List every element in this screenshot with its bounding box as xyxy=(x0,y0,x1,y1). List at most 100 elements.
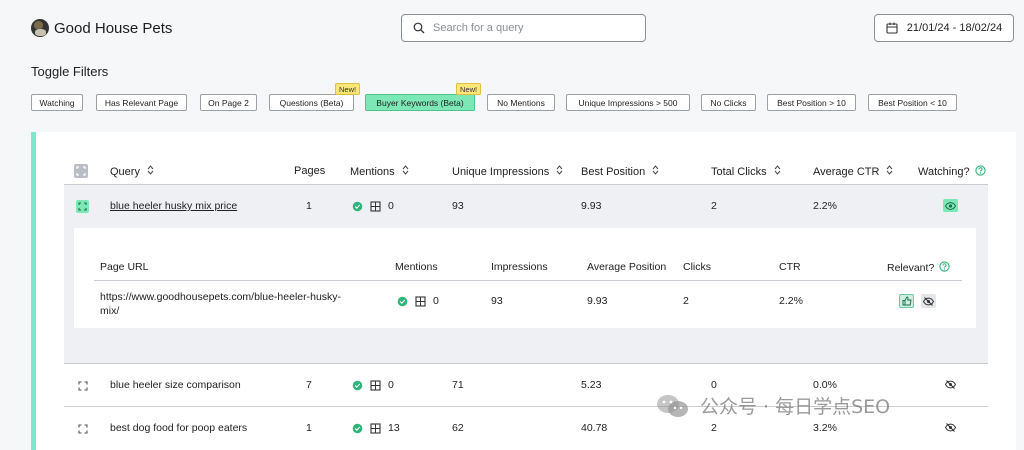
column-label: Query xyxy=(110,165,140,178)
average-position-value: 9.93 xyxy=(587,295,608,307)
query-text[interactable]: blue heeler size comparison xyxy=(110,379,241,391)
logo-icon xyxy=(31,19,49,37)
column-label: Pages xyxy=(294,165,326,177)
new-badge: New! xyxy=(335,83,361,95)
check-circle-icon xyxy=(352,380,363,391)
query-link[interactable]: blue heeler husky mix price xyxy=(110,200,237,212)
sort-icon[interactable] xyxy=(402,165,409,178)
mentions-value: 0 xyxy=(388,200,394,212)
best-position-value: 9.93 xyxy=(581,200,602,212)
unique-impressions-value: 71 xyxy=(452,379,464,391)
filter-chip-no-mentions[interactable]: No Mentions xyxy=(487,94,555,111)
date-range-label: 21/01/24 - 18/02/24 xyxy=(906,22,1003,34)
divider xyxy=(64,184,988,185)
filter-chip-best-position-gt-10[interactable]: Best Position > 10 xyxy=(767,94,856,111)
expand-all-icon[interactable] xyxy=(74,164,88,178)
filter-chip-questions-beta[interactable]: Questions (Beta) xyxy=(269,94,354,111)
average-ctr-value: 2.2% xyxy=(813,200,837,212)
detail-header-ctr: CTR xyxy=(779,261,801,273)
divider xyxy=(94,280,962,281)
page-icon[interactable] xyxy=(370,422,381,434)
column-header-watching: Watching? xyxy=(918,165,986,179)
mentions-cell: 0 xyxy=(352,379,401,391)
page-icon[interactable] xyxy=(370,379,381,391)
pages-value: 7 xyxy=(306,379,312,391)
watermark-text: 公众号 · 每日学点SEO xyxy=(700,396,891,418)
check-circle-icon xyxy=(352,201,363,212)
detail-header-page-url: Page URL xyxy=(100,261,149,273)
new-badge: New! xyxy=(456,83,482,95)
detail-header-mentions: Mentions xyxy=(395,261,438,273)
watch-toggle[interactable] xyxy=(943,199,958,212)
mentions-value: 0 xyxy=(433,295,439,307)
column-header-mentions[interactable]: Mentions xyxy=(350,165,409,178)
collapse-row-icon[interactable] xyxy=(76,200,89,213)
top-bar: Good House Pets 21/01/24 - 18/02/24 xyxy=(0,0,1024,56)
column-header-total-clicks[interactable]: Total Clicks xyxy=(711,165,781,178)
total-clicks-value: 0 xyxy=(711,379,717,391)
detail-mentions-cell: 0 xyxy=(397,295,446,307)
sort-icon[interactable] xyxy=(147,165,154,178)
detail-header-clicks: Clicks xyxy=(683,261,711,273)
column-label: Total Clicks xyxy=(711,165,767,178)
help-icon[interactable] xyxy=(974,165,986,179)
query-text[interactable]: best dog food for poop eaters xyxy=(110,422,247,434)
check-circle-icon xyxy=(397,296,408,307)
column-label: Relevant? xyxy=(887,262,935,274)
date-range-picker[interactable]: 21/01/24 - 18/02/24 xyxy=(874,14,1014,42)
filter-chip-watching[interactable]: Watching xyxy=(31,94,83,111)
eye-icon xyxy=(945,201,956,210)
total-clicks-value: 2 xyxy=(711,422,717,434)
column-label: Watching? xyxy=(918,166,970,178)
eye-off-icon xyxy=(945,380,956,389)
wechat-icon xyxy=(657,394,688,417)
filter-chip-on-page-2[interactable]: On Page 2 xyxy=(200,94,257,111)
help-icon[interactable] xyxy=(939,261,950,275)
page-icon[interactable] xyxy=(415,295,426,307)
thumbs-up-icon xyxy=(902,296,912,306)
column-label: Average CTR xyxy=(813,165,880,178)
column-header-pages: Pages xyxy=(294,165,325,177)
expand-row-icon[interactable] xyxy=(77,423,89,435)
page-url-link[interactable]: https://www.goodhousepets.com/blue-heele… xyxy=(100,290,341,318)
unique-impressions-value: 62 xyxy=(452,422,464,434)
filter-chip-buyer-keywords-beta[interactable]: Buyer Keywords (Beta) xyxy=(365,94,475,111)
watch-toggle[interactable] xyxy=(943,421,958,434)
filter-chip-unique-impressions-500[interactable]: Unique Impressions > 500 xyxy=(566,94,690,111)
filter-chip-has-relevant-page[interactable]: Has Relevant Page xyxy=(96,94,187,111)
column-header-average-ctr[interactable]: Average CTR xyxy=(813,165,893,178)
search-input[interactable] xyxy=(433,22,623,34)
check-circle-icon xyxy=(352,423,363,434)
column-header-query[interactable]: Query xyxy=(110,165,154,178)
sort-icon[interactable] xyxy=(556,165,563,178)
clicks-value: 2 xyxy=(683,295,689,307)
sort-icon[interactable] xyxy=(886,165,893,178)
sort-icon[interactable] xyxy=(774,165,781,178)
watch-toggle[interactable] xyxy=(943,378,958,391)
mark-not-relevant-button[interactable] xyxy=(921,294,936,308)
page-icon[interactable] xyxy=(370,200,381,212)
pages-value: 1 xyxy=(306,200,312,212)
brand[interactable]: Good House Pets xyxy=(31,19,172,37)
expand-row-icon[interactable] xyxy=(77,380,89,392)
filters-title: Toggle Filters xyxy=(31,64,109,79)
search-box[interactable] xyxy=(401,14,646,42)
search-icon xyxy=(413,22,425,34)
filter-chip-no-clicks[interactable]: No Clicks xyxy=(701,94,756,111)
watermark: 公众号 · 每日学点SEO xyxy=(656,392,890,419)
sort-icon[interactable] xyxy=(652,165,659,178)
app-title: Good House Pets xyxy=(54,19,173,37)
eye-off-icon xyxy=(945,423,956,432)
column-header-best-position[interactable]: Best Position xyxy=(581,165,659,178)
column-header-unique-impressions[interactable]: Unique Impressions xyxy=(452,165,563,178)
filter-chip-best-position-lt-10[interactable]: Best Position < 10 xyxy=(868,94,957,111)
mentions-value: 0 xyxy=(388,379,394,391)
calendar-icon xyxy=(886,22,898,34)
total-clicks-value: 2 xyxy=(711,200,717,212)
page-url-line: https://www.goodhousepets.com/blue-heele… xyxy=(100,291,342,303)
divider xyxy=(64,363,988,364)
eye-off-icon xyxy=(923,296,934,306)
best-position-value: 40.78 xyxy=(581,422,608,434)
mark-relevant-button[interactable] xyxy=(899,294,914,308)
best-position-value: 5.23 xyxy=(581,379,602,391)
